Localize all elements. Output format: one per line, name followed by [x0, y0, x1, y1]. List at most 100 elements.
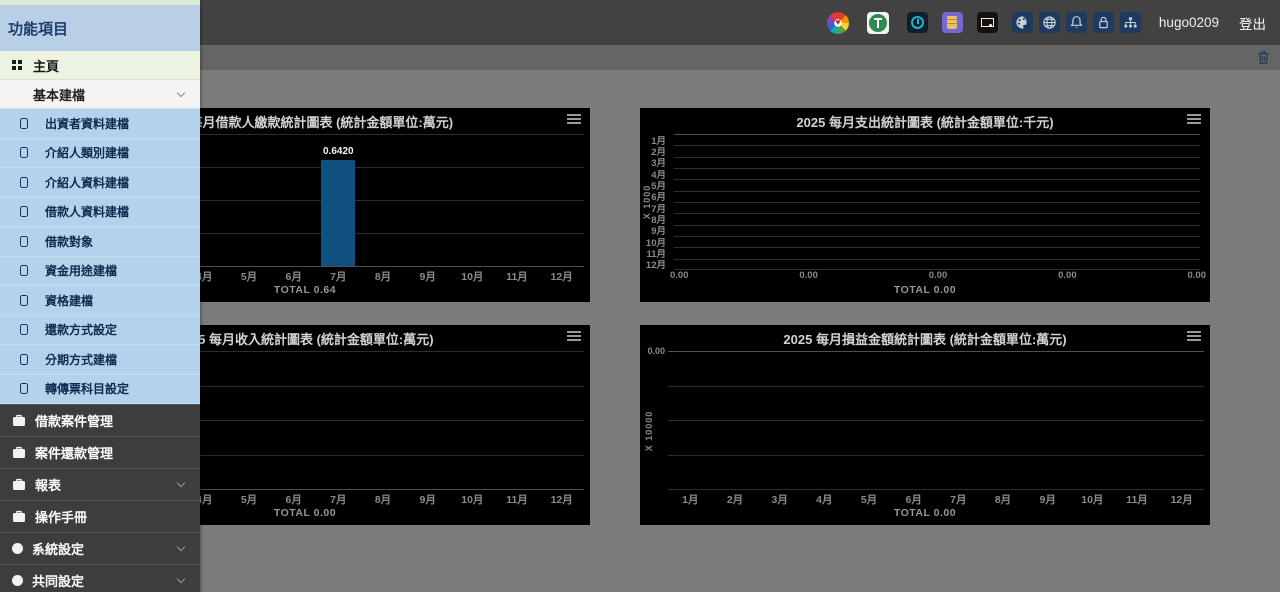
- x-axis-label: 9月: [419, 492, 435, 507]
- x-axis-label: 11月: [506, 269, 528, 284]
- x-axis-label: 6月: [285, 269, 301, 284]
- x-axis-tick: 0.00: [670, 270, 689, 284]
- x-axis-label: 8月: [375, 269, 391, 284]
- sidebar-item[interactable]: 系統設定: [0, 532, 200, 564]
- gridline: [674, 191, 1200, 192]
- sidebar-item[interactable]: 資金用途建檔: [0, 257, 200, 287]
- sidebar: 功能項目 主頁基本建檔出資者資料建檔介紹人類別建檔介紹人資料建檔借款人資料建檔借…: [0, 0, 200, 592]
- sidebar-item[interactable]: 主頁: [0, 51, 200, 80]
- sidebar-item[interactable]: 出資者資料建檔: [0, 109, 200, 139]
- sidebar-item[interactable]: 資格建檔: [0, 286, 200, 316]
- chart-menu-icon[interactable]: [567, 331, 581, 341]
- chart-menu-icon[interactable]: [567, 114, 581, 124]
- scroll-app-icon[interactable]: [942, 12, 963, 33]
- sidebar-item[interactable]: 分期方式建檔: [0, 345, 200, 375]
- gridline: [674, 179, 1200, 180]
- sidebar-item[interactable]: 借款人資料建檔: [0, 198, 200, 228]
- briefcase-icon: [12, 446, 26, 459]
- circle-icon: [12, 575, 23, 586]
- hbar-row: 2月: [640, 145, 1204, 156]
- hbar-row: 9月: [640, 225, 1204, 236]
- gridline: [668, 420, 1204, 421]
- chart-title: 2025 每月損益金額統計圖表 (統計金額單位:萬元): [640, 329, 1210, 348]
- sidebar-item-label: 資金用途建檔: [45, 262, 117, 279]
- card-icon: [20, 236, 28, 247]
- sidebar-item[interactable]: 案件還款管理: [0, 436, 200, 468]
- card-icon: [20, 177, 28, 188]
- chart-plot: X 1000 1月2月3月4月5月6月7月8月9月10月11月12月: [640, 134, 1204, 270]
- green-scales-icon[interactable]: [867, 12, 889, 34]
- sidebar-item-label: 還款方式設定: [45, 321, 117, 338]
- x-axis-label: 4月: [816, 492, 832, 507]
- sidebar-item[interactable]: 報表: [0, 468, 200, 500]
- sidebar-item-label: 主頁: [33, 56, 59, 75]
- x-axis-tick: 0.00: [929, 270, 948, 284]
- chevron-down-icon: [177, 88, 185, 96]
- clock-app-icon[interactable]: [907, 12, 928, 33]
- card-icon: [20, 295, 28, 306]
- sitemap-icon[interactable]: [1120, 12, 1141, 33]
- circle-icon: [12, 543, 23, 554]
- sidebar-item[interactable]: 基本建檔: [0, 80, 200, 109]
- sidebar-item-label: 案件還款管理: [35, 443, 113, 462]
- card-icon: [20, 206, 28, 217]
- x-axis-label: 8月: [995, 492, 1011, 507]
- x-axis-label: 7月: [330, 492, 346, 507]
- briefcase-icon: [12, 414, 26, 427]
- sidebar-item-label: 轉傳票科目設定: [45, 380, 129, 397]
- chart-title: 2025 每月支出統計圖表 (統計金額單位:千元): [640, 112, 1210, 131]
- gridline: [674, 236, 1200, 237]
- sidebar-item[interactable]: 共同設定: [0, 564, 200, 592]
- x-axis-tick: 0.00: [1188, 270, 1207, 284]
- sidebar-item[interactable]: 操作手冊: [0, 500, 200, 532]
- colorful-logo-icon[interactable]: ♥: [827, 12, 849, 34]
- sidebar-item-label: 出資者資料建檔: [45, 115, 129, 132]
- x-axis-label: 11月: [1126, 492, 1148, 507]
- x-axis-label: 5月: [241, 269, 257, 284]
- sidebar-item[interactable]: 還款方式設定: [0, 316, 200, 346]
- gridline: [674, 145, 1200, 146]
- chart-menu-icon[interactable]: [1187, 114, 1201, 124]
- sidebar-item[interactable]: 介紹人類別建檔: [0, 139, 200, 169]
- sidebar-item-label: 分期方式建檔: [45, 351, 117, 368]
- y-axis-unit-label: X 10000: [644, 411, 654, 452]
- gridline: [674, 202, 1200, 203]
- logout-link[interactable]: 登出: [1239, 13, 1266, 33]
- x-axis-label: 2月: [727, 492, 743, 507]
- gridline: [674, 247, 1200, 248]
- sidebar-item[interactable]: 借款案件管理: [0, 404, 200, 436]
- chart-total-label: TOTAL 0.00: [640, 284, 1210, 302]
- sidebar-item[interactable]: 借款對象: [0, 227, 200, 257]
- chart-menu-icon[interactable]: [1187, 331, 1201, 341]
- heart-glyph: ♥: [835, 18, 840, 27]
- sidebar-item[interactable]: 轉傳票科目設定: [0, 375, 200, 405]
- y-axis-label: 12月: [640, 257, 666, 271]
- sidebar-item-label: 借款人資料建檔: [45, 203, 129, 220]
- gridline: [674, 134, 1200, 135]
- sidebar-item-label: 借款對象: [45, 233, 93, 250]
- hbar-row: 7月: [640, 202, 1204, 213]
- chart-total-label: TOTAL 0.00: [640, 507, 1210, 525]
- chevron-down-icon: [177, 543, 185, 551]
- x-axis-label: 9月: [419, 269, 435, 284]
- lock-icon[interactable]: [1093, 12, 1114, 33]
- sidebar-item-label: 操作手冊: [35, 507, 87, 526]
- x-axis-label: 8月: [375, 492, 391, 507]
- trash-icon[interactable]: [1257, 50, 1270, 70]
- bar-value-label: 0.6420: [323, 146, 354, 157]
- briefcase-icon: [12, 478, 26, 491]
- bell-icon[interactable]: [1066, 12, 1087, 33]
- presentation-app-icon[interactable]: [977, 12, 998, 33]
- gridline: [674, 269, 1200, 270]
- x-axis-label: 7月: [330, 269, 346, 284]
- globe-icon[interactable]: [1039, 12, 1060, 33]
- sidebar-item-label: 介紹人類別建檔: [45, 144, 129, 161]
- hbar-row: 8月: [640, 213, 1204, 224]
- gridline: [674, 157, 1200, 158]
- x-axis-label: 5月: [241, 492, 257, 507]
- sidebar-item-label: 介紹人資料建檔: [45, 174, 129, 191]
- sidebar-item[interactable]: 介紹人資料建檔: [0, 168, 200, 198]
- gridline: [674, 259, 1200, 260]
- palette-icon[interactable]: [1012, 12, 1033, 33]
- x-axis-label: 5月: [861, 492, 877, 507]
